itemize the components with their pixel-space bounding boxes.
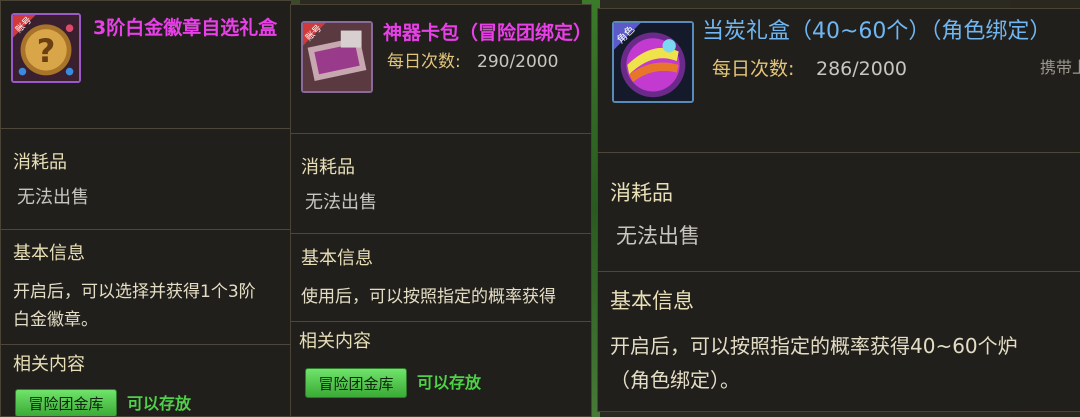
section-divider [291,321,591,322]
carry-label: 携带上 [1040,58,1080,77]
daily-count-label: 每日次数: [387,52,461,72]
item-type: 消耗品 [13,152,67,173]
character-gift-orb-icon: 角色 [612,21,694,103]
adventure-vault-tag: 冒险团金库 [305,368,407,398]
description-line-1: 使用后，可以按照指定的概率获得 [301,287,556,307]
description-line-1: 开启后，可以选择并获得1个3阶 [13,282,256,302]
item-title: 神器卡包（冒险团绑定） [383,22,592,44]
section-divider [598,271,1080,272]
section-divider [1,344,291,345]
trade-status: 无法出售 [616,224,700,248]
header-divider [598,152,1080,153]
adventure-vault-tag-label: 冒险团金库 [28,394,104,413]
header-divider [291,133,591,134]
item-tooltip-character-gift-box: 角色 当炭礼盒（40~60个）（角色绑定） 每日次数: 286/2000 携带上… [597,8,1080,412]
description-line-2: （角色绑定）。 [610,368,740,392]
trade-status: 无法出售 [17,187,89,208]
gold-badge-box-icon: ? 账号 [11,13,81,83]
daily-count-value: 290/2000 [477,52,559,72]
adventure-vault-tag: 冒险团金库 [15,389,117,416]
item-title: 3阶白金徽章自选礼盒 [93,17,278,39]
description-line-2: 白金徽章。 [13,310,98,330]
related-heading: 相关内容 [299,331,371,352]
section-divider [1,229,291,230]
basic-info-heading: 基本信息 [13,243,85,264]
item-tooltip-artifact-card-pack: 账号 神器卡包（冒险团绑定） 每日次数: 290/2000 消耗品 无法出售 基… [290,4,592,417]
header-divider [1,128,291,129]
item-type: 消耗品 [610,181,673,205]
daily-count-value: 286/2000 [816,58,908,80]
artifact-card-pack-icon: 账号 [301,21,373,93]
adventure-vault-tag-label: 冒险团金库 [318,374,394,393]
storage-status: 可以存放 [127,394,192,413]
related-heading: 相关内容 [13,354,85,375]
item-title: 当炭礼盒（40~60个）（角色绑定） [702,19,1052,44]
trade-status: 无法出售 [305,192,377,213]
section-divider [291,233,591,234]
item-tooltip-gold-badge-box: ? 账号 3阶白金徽章自选礼盒 消耗品 无法出售 基本信息 开启后，可以选择并获… [0,0,292,417]
basic-info-heading: 基本信息 [610,289,694,313]
svg-text:?: ? [37,32,56,70]
daily-count-label: 每日次数: [712,58,795,80]
item-type: 消耗品 [301,157,355,178]
basic-info-heading: 基本信息 [301,248,373,269]
description-line-1: 开启后，可以按照指定的概率获得40~60个炉 [610,334,1018,358]
storage-status: 可以存放 [417,373,482,392]
